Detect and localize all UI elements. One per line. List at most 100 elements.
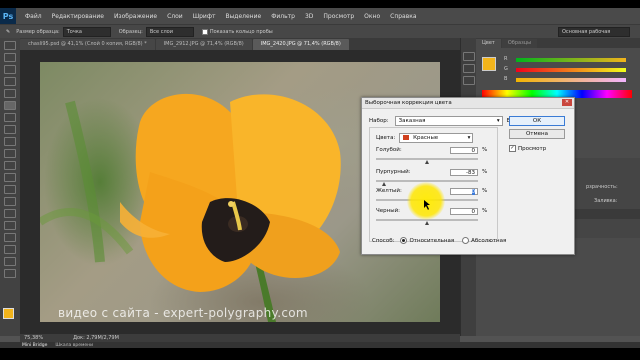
- dodge-tool-icon[interactable]: [4, 197, 16, 206]
- history-brush-tool-icon[interactable]: [4, 149, 16, 158]
- preview-checkbox[interactable]: ✓: [509, 145, 516, 152]
- sample-select[interactable]: Все слои: [145, 27, 194, 37]
- menu-filter[interactable]: Фильтр: [271, 13, 295, 20]
- chevron-down-icon: ▾: [496, 118, 500, 124]
- magenta-slider-thumb[interactable]: [382, 182, 387, 186]
- status-bar: 75,38% Док: 2,79M/2,79M: [20, 334, 460, 342]
- zoom-level[interactable]: 75,38%: [24, 335, 43, 341]
- blue-slider[interactable]: [516, 78, 626, 82]
- cyan-slider-thumb[interactable]: [424, 160, 429, 164]
- colors-label: Цвета:: [376, 135, 396, 141]
- mouse-pointer-icon: [424, 200, 430, 210]
- brush-panel-icon[interactable]: [463, 76, 475, 85]
- magenta-value: -83: [466, 170, 475, 176]
- zoom-tool-icon[interactable]: [4, 269, 16, 278]
- cancel-button[interactable]: Отмена: [509, 129, 565, 139]
- watermark-text: видео с сайта - expert-polygraphy.com: [58, 306, 308, 320]
- black-label: Черный:: [376, 208, 401, 214]
- menu-type[interactable]: Шрифт: [193, 13, 216, 20]
- tools-panel: [0, 38, 21, 336]
- gradient-tool-icon[interactable]: [4, 173, 16, 182]
- photoshop-window: Ps Файл Редактирование Изображение Слои …: [0, 0, 640, 360]
- menu-bar: Ps Файл Редактирование Изображение Слои …: [0, 8, 640, 24]
- menu-layers[interactable]: Слои: [167, 13, 183, 20]
- cyan-label: Голубой:: [376, 147, 402, 153]
- eyedropper-tool-icon[interactable]: [4, 101, 16, 110]
- actions-panel-icon[interactable]: [463, 64, 475, 73]
- foreground-color-swatch[interactable]: [3, 308, 14, 319]
- relative-radio[interactable]: [400, 237, 409, 244]
- menu-3d[interactable]: 3D: [305, 13, 313, 20]
- yellow-unit: %: [482, 188, 488, 194]
- brush-tool-icon[interactable]: [4, 125, 16, 134]
- dialog-title-text: Выборочная коррекция цвета: [365, 100, 452, 106]
- ok-button[interactable]: ОК: [509, 116, 565, 126]
- colors-select[interactable]: Красные ▾: [399, 133, 474, 143]
- menu-file[interactable]: Файл: [25, 13, 42, 20]
- menu-edit[interactable]: Редактирование: [52, 13, 104, 20]
- sample-size-select[interactable]: Точка: [62, 27, 111, 37]
- blur-tool-icon[interactable]: [4, 185, 16, 194]
- magenta-label: Пурпурный:: [376, 169, 411, 175]
- black-value: 0: [471, 209, 476, 215]
- tab-document[interactable]: chasli95.psd @ 41,1% (Слой 0 копия, RGB/…: [20, 39, 155, 50]
- menu-view[interactable]: Просмотр: [323, 13, 354, 20]
- letterbox-bottom: [0, 348, 640, 360]
- color-swatch[interactable]: [482, 57, 496, 71]
- cyan-input[interactable]: 0: [450, 147, 478, 154]
- color-panel-tabs: Цвет Образцы: [476, 38, 640, 48]
- absolute-radio[interactable]: [462, 237, 471, 244]
- tab-swatches[interactable]: Образцы: [501, 39, 538, 48]
- type-tool-icon[interactable]: [4, 221, 16, 230]
- chevron-down-icon: ▾: [467, 135, 471, 141]
- tab-document[interactable]: IMG_2912.JPG @ 71,4% (RGB/8): [155, 39, 252, 50]
- show-ring-label: Показать кольцо пробы: [209, 29, 273, 35]
- channel-label: B: [504, 76, 508, 82]
- pen-tool-icon[interactable]: [4, 209, 16, 218]
- menu-image[interactable]: Изображение: [114, 13, 157, 20]
- green-slider[interactable]: [516, 68, 626, 72]
- hand-tool-icon[interactable]: [4, 257, 16, 266]
- magenta-input[interactable]: -83: [450, 169, 478, 176]
- quick-select-tool-icon[interactable]: [4, 77, 16, 86]
- eraser-tool-icon[interactable]: [4, 161, 16, 170]
- workspace-select[interactable]: Основная рабочая среда: [558, 27, 630, 43]
- crop-tool-icon[interactable]: [4, 89, 16, 98]
- lasso-tool-icon[interactable]: [4, 65, 16, 74]
- move-tool-icon[interactable]: [4, 41, 16, 50]
- close-icon[interactable]: ✕: [562, 99, 572, 106]
- menu-help[interactable]: Справка: [390, 13, 416, 20]
- method-label: Способ:: [372, 237, 395, 244]
- mini-bridge-tab[interactable]: Mini Bridge: [22, 343, 47, 348]
- preset-label: Набор:: [369, 118, 389, 124]
- show-ring-checkbox[interactable]: [201, 28, 210, 36]
- menu-select[interactable]: Выделение: [225, 13, 261, 20]
- channel-label: G: [504, 66, 508, 72]
- red-slider[interactable]: [516, 58, 626, 62]
- cyan-value: 0: [471, 148, 476, 154]
- stamp-tool-icon[interactable]: [4, 137, 16, 146]
- black-input[interactable]: 0: [450, 208, 478, 215]
- menu-window[interactable]: Окно: [364, 13, 380, 20]
- tab-document-active[interactable]: IMG_2420.JPG @ 71,4% (RGB/8): [252, 39, 349, 50]
- healing-tool-icon[interactable]: [4, 113, 16, 122]
- timeline-tab[interactable]: Шкала времени: [55, 343, 93, 348]
- yellow-value: 0: [471, 189, 475, 195]
- history-panel-icon[interactable]: [463, 52, 475, 61]
- marquee-tool-icon[interactable]: [4, 53, 16, 62]
- photoshop-logo-icon: Ps: [0, 8, 16, 24]
- yellow-input[interactable]: 0: [450, 188, 478, 195]
- relative-label: Относительная: [409, 237, 455, 244]
- tab-color[interactable]: Цвет: [476, 39, 501, 48]
- layer-row[interactable]: [572, 209, 640, 219]
- colors-row: Цвета: Красные ▾: [376, 133, 474, 143]
- black-slider-thumb[interactable]: [424, 221, 429, 225]
- shape-tool-icon[interactable]: [4, 245, 16, 254]
- eyedropper-icon[interactable]: ✎: [6, 29, 10, 35]
- dialog-title: Выборочная коррекция цвета ✕: [362, 98, 574, 109]
- letterbox-top: [0, 0, 640, 8]
- channel-label: R: [504, 56, 508, 62]
- preset-select[interactable]: Заказная ▾: [394, 116, 503, 126]
- path-select-tool-icon[interactable]: [4, 233, 16, 242]
- opacity-label: рзрачность:: [586, 184, 618, 190]
